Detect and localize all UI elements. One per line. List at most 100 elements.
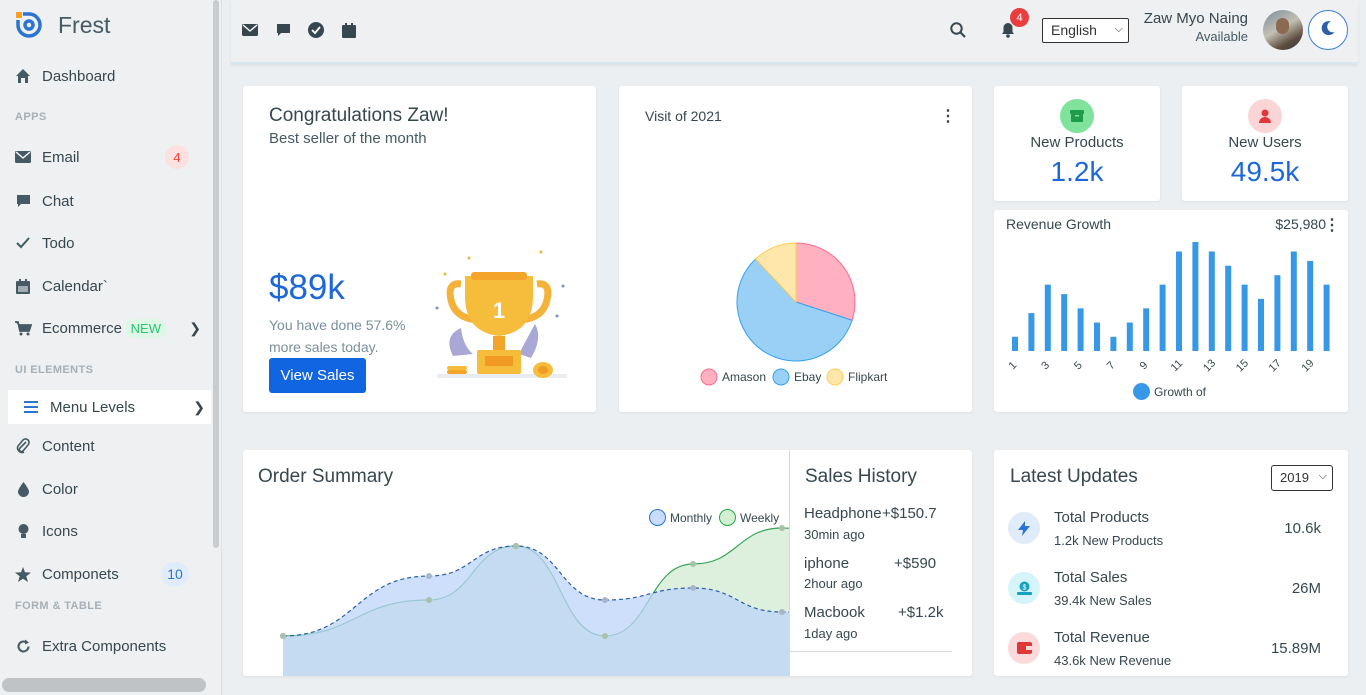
sidebar-item-calendar[interactable]: Calendar` <box>14 271 207 301</box>
sidebar-item-todo[interactable]: Todo <box>14 228 207 258</box>
revenue-legend: Growth of <box>1133 383 1206 400</box>
x-tick-label: 5 <box>1072 359 1085 372</box>
sales-item-name: Macbook <box>804 604 865 621</box>
sales-item-time: 2hour ago <box>804 576 863 591</box>
bolt-icon <box>1008 512 1040 544</box>
sales-item-name: iphone <box>804 555 850 572</box>
sidebar-item-componets[interactable]: Componets 10 <box>14 559 207 589</box>
monthly-point <box>602 597 608 603</box>
revenue-bar <box>1290 251 1297 351</box>
update-subtitle: 43.6k New Revenue <box>1054 653 1171 668</box>
weekly-point <box>513 543 519 549</box>
x-tick-label: 15 <box>1234 357 1251 374</box>
weekly-point <box>690 561 696 567</box>
sidebar-scrollbar[interactable] <box>213 0 219 548</box>
revenue-bar <box>1143 308 1150 351</box>
x-tick-label: 3 <box>1039 359 1052 372</box>
check-icon <box>14 234 32 252</box>
droplet-icon <box>14 480 32 498</box>
update-subtitle: 39.4k New Sales <box>1054 593 1152 608</box>
sidebar-item-content[interactable]: Content <box>14 431 207 461</box>
chevron-down-icon: ⌵ <box>1318 470 1327 482</box>
sidebar-horizontal-scrollbar[interactable] <box>2 678 206 692</box>
sales-history-title: Sales History <box>805 466 917 487</box>
congrats-card: Congratulations Zaw! Best seller of the … <box>243 86 596 412</box>
mail-icon[interactable] <box>242 22 258 38</box>
order-summary-card: Order Summary Monthly Weekly Sales Histo… <box>243 450 972 676</box>
user-status: Available <box>1195 29 1248 44</box>
sidebar-item-label: Extra Components <box>42 637 167 655</box>
mail-icon <box>14 148 32 166</box>
chat-icon[interactable] <box>275 22 291 38</box>
brand[interactable]: Frest <box>14 8 110 42</box>
sidebar-item-label: Icons <box>42 522 78 540</box>
revenue-bar <box>1307 260 1314 351</box>
pie-legend-label: Amason <box>722 370 766 384</box>
box-icon <box>1060 99 1094 133</box>
sidebar-item-label: Dashboard <box>42 67 116 85</box>
year-select[interactable]: 2019 ⌵ <box>1271 465 1333 491</box>
pie-legend-label: Ebay <box>794 370 821 384</box>
check-circle-icon[interactable] <box>308 22 324 38</box>
user-name[interactable]: Zaw Myo Naing <box>1143 10 1248 27</box>
menu-icon <box>22 398 40 416</box>
sales-item-time: 30min ago <box>804 527 865 542</box>
sidebar-item-menu-levels[interactable]: Menu Levels ❯ <box>8 390 211 424</box>
sidebar-item-icons[interactable]: Icons <box>14 516 207 546</box>
chevron-down-icon: ⌵ <box>1114 23 1123 35</box>
sidebar-item-color[interactable]: Color <box>14 474 207 504</box>
revenue-legend-label: Growth of <box>1154 384 1207 399</box>
sidebar-item-label: Todo <box>42 234 75 252</box>
sales-history: Sales History Headphone +$150.7 30min ag… <box>790 450 972 676</box>
view-sales-button[interactable]: View Sales <box>269 358 366 393</box>
monthly-point <box>690 585 696 591</box>
trophy-illustration: 1 <box>435 250 567 378</box>
sidebar-item-label: Email <box>42 148 80 166</box>
update-title: Total Sales <box>1054 569 1128 586</box>
sales-item-amount: +$150.7 <box>882 505 937 522</box>
revenue-bar <box>1061 294 1068 351</box>
new-users-label: New Users <box>1228 134 1302 151</box>
calendar-icon <box>14 277 32 295</box>
update-subtitle: 1.2k New Products <box>1054 533 1163 548</box>
update-title: Total Products <box>1054 509 1150 526</box>
revenue-bar <box>1176 251 1182 351</box>
update-unit: New Products <box>1082 533 1164 548</box>
update-value: 10.6k <box>1284 520 1321 537</box>
new-users-value: 49.5k <box>1230 156 1300 187</box>
search-icon[interactable] <box>950 22 966 38</box>
sidebar-item-dashboard[interactable]: Dashboard <box>14 61 207 91</box>
avatar[interactable] <box>1263 10 1303 50</box>
sidebar-item-label: Content <box>42 437 95 455</box>
update-title: Total Revenue <box>1054 629 1150 646</box>
new-users-card: New Users 49.5k <box>1182 86 1348 201</box>
legend-swatch <box>772 368 790 386</box>
sidebar-item-label: Ecommerce <box>42 319 123 337</box>
dark-mode-toggle[interactable] <box>1308 10 1348 50</box>
calendar-icon[interactable] <box>341 22 357 38</box>
chevron-right-icon: ❯ <box>193 398 205 415</box>
revenue-bar-chart: 1 3 5 7 9 11 13 15 17 19 <box>1006 242 1330 374</box>
sidebar-item-extra-components[interactable]: Extra Components <box>14 631 207 661</box>
brand-logo-icon <box>14 10 44 40</box>
language-select[interactable]: English ⌵ <box>1042 18 1129 43</box>
section-form-table: FORM & TABLE <box>15 600 103 612</box>
cart-icon <box>14 319 32 337</box>
revenue-bar <box>1110 336 1117 351</box>
chevron-right-icon: ❯ <box>189 319 201 336</box>
congrats-note: You have done 57.6% more sales today. <box>269 317 406 355</box>
visits-pie-chart: Amason Ebay Flipkart <box>700 242 888 386</box>
new-products-card: New Products 1.2k <box>994 86 1160 201</box>
sidebar-item-ecommerce[interactable]: Ecommerce NEW ❯ <box>14 313 207 343</box>
monthly-point <box>426 573 432 579</box>
legend-swatch <box>700 368 718 386</box>
x-tick-label: 7 <box>1105 359 1118 372</box>
update-count: 1.2k <box>1054 533 1079 548</box>
sidebar-item-chat[interactable]: Chat <box>14 186 207 216</box>
sidebar-item-email[interactable]: Email 4 <box>14 142 207 172</box>
wallet-icon <box>1008 632 1040 664</box>
congrats-subtitle: Best seller of the month <box>269 130 427 147</box>
trophy-number: 1 <box>493 298 505 323</box>
x-tick-label: 1 <box>1006 359 1019 372</box>
email-count-badge: 4 <box>165 145 189 169</box>
